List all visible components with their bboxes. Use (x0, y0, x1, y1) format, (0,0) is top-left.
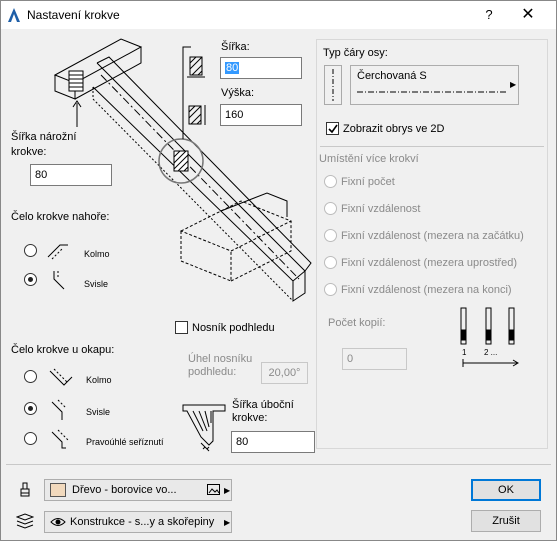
multiple-heading: Umístění více krokví (319, 153, 419, 165)
side-width-label-2: krokve: (232, 412, 268, 424)
material-name: Dřevo - borovice vo... (72, 484, 177, 496)
copies-preview-icon (460, 307, 515, 345)
width-input[interactable]: 80 (220, 57, 302, 79)
multi-gap-end-radio[interactable] (324, 283, 337, 296)
eye-icon (50, 518, 66, 526)
top-end-svisle-radio[interactable] (24, 273, 37, 286)
side-width-value: 80 (236, 436, 249, 448)
top-end-heading: Čelo krokve nahoře: (11, 211, 110, 223)
show-outline-checkbox[interactable] (326, 122, 339, 135)
layer-name: Konstrukce - s...y a skořepiny (70, 516, 215, 528)
width-icon (187, 56, 205, 78)
copies-preview-label-1: 1 (462, 348, 467, 357)
window-title: Nastavení krokve (27, 8, 120, 22)
multi-gap-start-label: Fixní vzdálenost (mezera na začátku) (341, 230, 524, 242)
axis-heading: Typ čáry osy: (323, 47, 388, 59)
material-popup[interactable]: Dřevo - borovice vo... ▶ (44, 479, 232, 501)
close-button[interactable]: ✕ (516, 5, 540, 25)
side-width-input[interactable]: 80 (231, 431, 315, 453)
show-outline-label: Zobrazit obrys ve 2D (343, 123, 445, 135)
layer-popup[interactable]: Konstrukce - s...y a skořepiny ▶ (44, 511, 232, 533)
help-button[interactable]: ? (479, 5, 499, 25)
eave-end-svisle-radio[interactable] (24, 402, 37, 415)
copies-arrow-icon (462, 359, 519, 367)
multi-gap-end-label: Fixní vzdálenost (mezera na konci) (341, 284, 512, 296)
copies-label: Počet kopií: (328, 317, 386, 329)
height-label: Výška: (221, 87, 255, 99)
bottom-divider (6, 464, 551, 465)
line-type-value: Čerchovaná S (357, 70, 427, 82)
soffit-angle-label-1: Úhel nosníku (188, 353, 253, 365)
eave-end-kolmo-label: Kolmo (86, 375, 112, 385)
cancel-button[interactable]: Zrušit (471, 510, 541, 532)
height-value: 160 (225, 109, 244, 121)
corner-width-value: 80 (35, 169, 48, 181)
line-type-preview (357, 91, 507, 93)
soffit-checkbox-label: Nosník podhledu (192, 322, 275, 334)
material-swatch (50, 483, 66, 497)
line-type-popup[interactable]: Čerchovaná S ▶ (350, 65, 519, 105)
multi-gap-middle-radio[interactable] (324, 256, 337, 269)
eave-end-square-radio[interactable] (24, 432, 37, 445)
copies-preview-label-2: 2 ... (484, 348, 498, 357)
top-end-svisle-icon (53, 271, 65, 290)
paint-brush-icon (20, 482, 30, 497)
layer-arrow-icon: ▶ (224, 518, 231, 527)
ok-button[interactable]: OK (471, 479, 541, 501)
corner-width-label-2: krokve: (11, 146, 47, 158)
app-icon (8, 8, 20, 22)
image-icon (207, 484, 220, 495)
soffit-checkbox[interactable] (175, 321, 188, 334)
title-bar: Nastavení krokve ? ✕ (1, 1, 556, 29)
width-label: Šířka: (221, 41, 250, 53)
top-end-kolmo-label: Kolmo (84, 249, 110, 259)
eave-end-square-icon (51, 429, 69, 449)
soffit-angle-input[interactable]: 20,00° (261, 362, 308, 384)
eave-end-heading: Čelo krokve u okapu: (11, 344, 115, 356)
eave-end-kolmo-icon (49, 368, 73, 386)
width-value: 80 (225, 62, 240, 74)
multi-fixed-count-label: Fixní počet (341, 176, 395, 188)
multi-gap-start-radio[interactable] (324, 229, 337, 242)
eave-end-svisle-label: Svisle (86, 407, 111, 417)
line-type-arrow-icon: ▶ (510, 80, 517, 89)
soffit-angle-label-2: podhledu: (188, 366, 237, 378)
material-arrow-icon: ▶ (224, 486, 231, 495)
eave-end-square-label: Pravoúhlé seříznutí (86, 437, 164, 447)
dialog-window: Nastavení krokve ? ✕ Šířka: 80 Výška: 16… (0, 0, 557, 541)
copies-input[interactable]: 0 (342, 348, 407, 370)
eave-end-svisle-icon (51, 399, 67, 420)
side-rafter-icon (182, 404, 226, 452)
multi-fixed-distance-radio[interactable] (324, 202, 337, 215)
eave-end-kolmo-radio[interactable] (24, 370, 37, 383)
multi-fixed-count-radio[interactable] (324, 175, 337, 188)
divider (320, 146, 544, 147)
corner-width-label-1: Šířka nárožní (11, 131, 77, 143)
top-end-kolmo-icon (47, 244, 68, 260)
top-end-svisle-label: Svisle (84, 279, 109, 289)
layers-icon (16, 513, 34, 529)
side-width-label-1: Šířka úboční (232, 399, 294, 411)
height-input[interactable]: 160 (220, 104, 302, 126)
top-end-kolmo-radio[interactable] (24, 244, 37, 257)
corner-width-input[interactable]: 80 (30, 164, 112, 186)
soffit-angle-value: 20,00° (268, 367, 301, 379)
copies-value: 0 (347, 353, 354, 365)
axis-line-icon (324, 65, 342, 105)
multi-gap-middle-label: Fixní vzdálenost (mezera uprostřed) (341, 257, 518, 269)
multi-fixed-distance-label: Fixní vzdálenost (341, 203, 421, 215)
height-icon (188, 105, 206, 125)
